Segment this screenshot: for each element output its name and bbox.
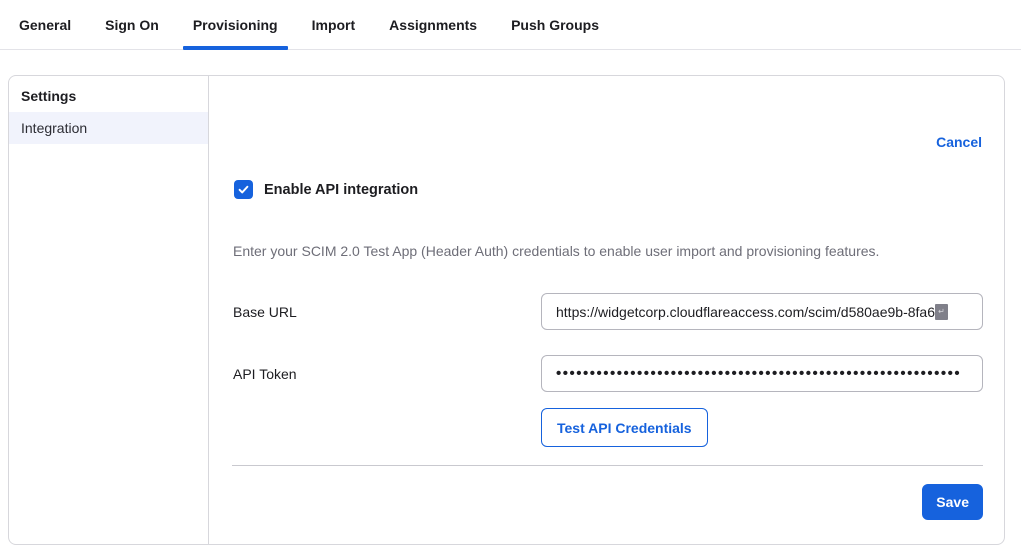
tab-label: Push Groups [511, 17, 599, 33]
cancel-link[interactable]: Cancel [936, 134, 982, 150]
app-tab-bar: General Sign On Provisioning Import Assi… [0, 0, 1021, 50]
api-token-label: API Token [233, 366, 541, 382]
test-api-credentials-button[interactable]: Test API Credentials [541, 408, 708, 447]
tab-import[interactable]: Import [302, 16, 366, 49]
tab-push-groups[interactable]: Push Groups [501, 16, 609, 49]
save-button[interactable]: Save [922, 484, 983, 520]
tab-label: Sign On [105, 17, 159, 33]
tab-label: Provisioning [193, 17, 278, 33]
tab-label: Assignments [389, 17, 477, 33]
api-token-masked-value: ••••••••••••••••••••••••••••••••••••••••… [556, 365, 961, 382]
provisioning-settings-card: Settings Integration Cancel Enable API i… [8, 75, 1005, 545]
text-selection-artifact: ↵ [935, 304, 948, 320]
sidebar-item-integration[interactable]: Integration [9, 112, 208, 144]
integration-settings-panel: Cancel Enable API integration Enter your… [209, 76, 1004, 544]
tab-label: General [19, 17, 71, 33]
enable-api-label: Enable API integration [264, 182, 418, 198]
enable-api-row: Enable API integration [234, 180, 418, 199]
tab-sign-on[interactable]: Sign On [95, 16, 169, 49]
active-tab-underline [183, 46, 288, 50]
base-url-field-row: Base URL https://widgetcorp.cloudflareac… [233, 293, 983, 330]
footer-divider [232, 465, 983, 466]
tab-provisioning[interactable]: Provisioning [183, 16, 288, 49]
enable-api-checkbox[interactable] [234, 180, 253, 199]
base-url-input[interactable]: https://widgetcorp.cloudflareaccess.com/… [541, 293, 983, 330]
tab-label: Import [312, 17, 356, 33]
base-url-value: https://widgetcorp.cloudflareaccess.com/… [556, 304, 935, 320]
credentials-description: Enter your SCIM 2.0 Test App (Header Aut… [233, 242, 982, 261]
api-token-input[interactable]: ••••••••••••••••••••••••••••••••••••••••… [541, 355, 983, 392]
api-token-field-row: API Token ••••••••••••••••••••••••••••••… [233, 355, 983, 392]
tab-general[interactable]: General [9, 16, 81, 49]
settings-sidebar: Settings Integration [9, 76, 209, 544]
base-url-label: Base URL [233, 304, 541, 320]
tab-assignments[interactable]: Assignments [379, 16, 487, 49]
checkmark-icon [237, 183, 250, 196]
sidebar-header: Settings [9, 76, 208, 112]
